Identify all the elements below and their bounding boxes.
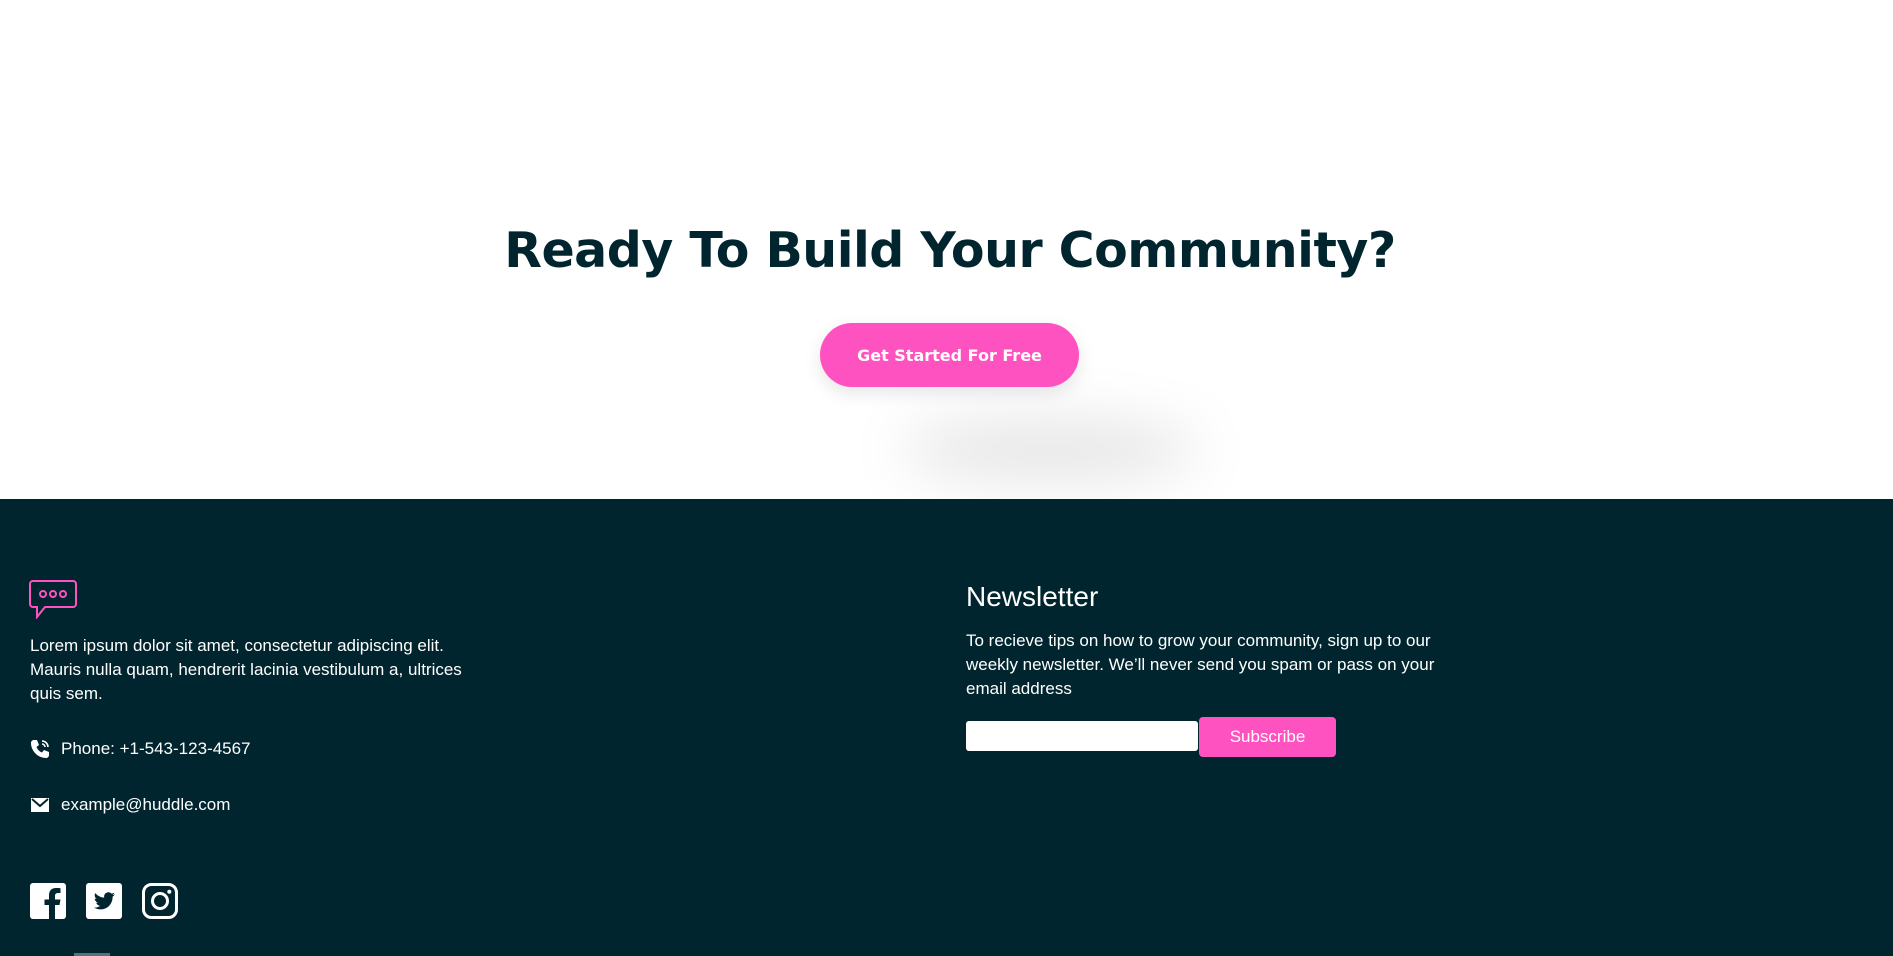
contact-email: example@huddle.com (30, 795, 230, 815)
cta-button-shadow (900, 420, 1200, 480)
instagram-icon[interactable] (142, 883, 178, 919)
phone-icon (31, 740, 49, 758)
chat-bubble-icon[interactable] (29, 579, 77, 619)
newsletter-description: To recieve tips on how to grow your comm… (966, 631, 1435, 698)
footer: Lorem ipsum dolor sit amet, consectetur … (0, 499, 1893, 956)
get-started-button[interactable]: Get Started For Free (820, 323, 1079, 387)
subscribe-button[interactable]: Subscribe (1199, 717, 1336, 757)
twitter-icon[interactable] (86, 883, 122, 919)
newsletter-title: Newsletter (966, 581, 1099, 612)
contact-phone: Phone: +1-543-123-4567 (30, 739, 251, 759)
social-links (30, 883, 178, 919)
email-icon (31, 798, 49, 812)
cta-section: Ready To Build Your Community? Get Start… (0, 0, 1893, 499)
page: Ready To Build Your Community? Get Start… (0, 0, 1893, 956)
newsletter-email-input[interactable] (966, 721, 1198, 751)
facebook-icon[interactable] (30, 883, 66, 919)
footer-description: Lorem ipsum dolor sit amet, consectetur … (30, 636, 462, 703)
phone-text: Phone: +1-543-123-4567 (61, 739, 251, 758)
email-text[interactable]: example@huddle.com (61, 795, 230, 815)
cta-title: Ready To Build Your Community? (504, 222, 1396, 279)
